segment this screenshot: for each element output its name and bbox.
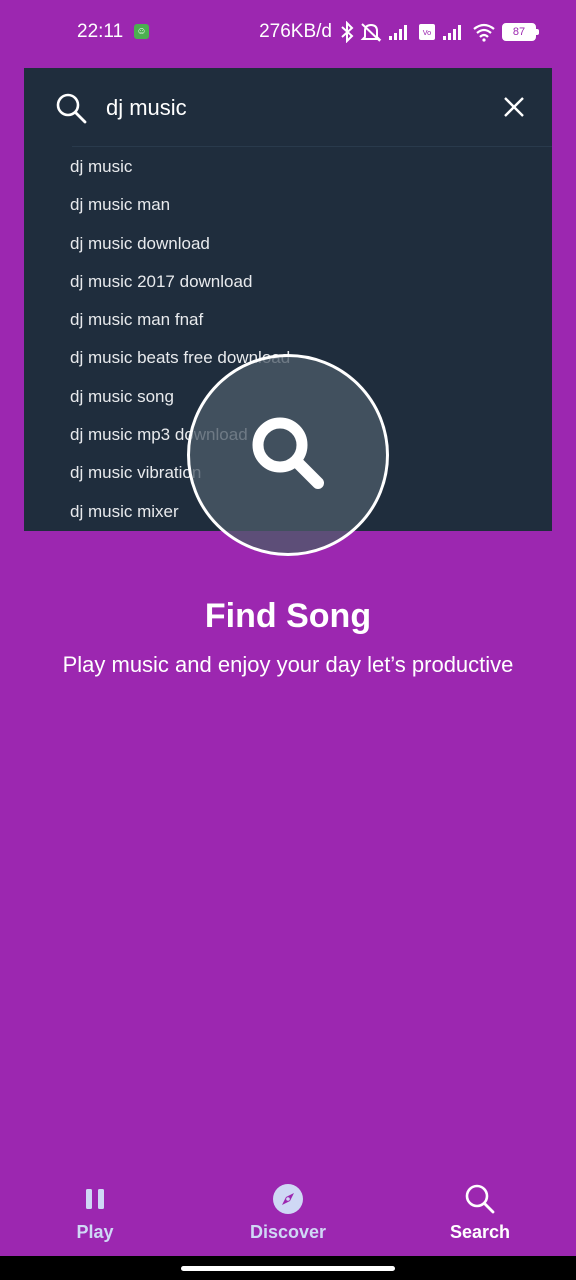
app-notification-icon: ☺ (134, 24, 149, 39)
battery-icon: 87 (502, 23, 539, 41)
status-icons: 276KB/d Vo 87 (259, 18, 539, 46)
bluetooth-icon (340, 21, 354, 43)
volte-icon: Vo (418, 23, 436, 41)
gesture-handle[interactable] (181, 1266, 395, 1271)
search-icon[interactable] (54, 91, 88, 125)
suggestion-item[interactable]: dj music 2017 download (24, 263, 552, 301)
close-icon[interactable] (502, 95, 526, 119)
status-bar: 22:11 ☺ 276KB/d Vo 87 (0, 0, 576, 64)
nav-discover-label: Discover (249, 1222, 327, 1242)
nav-search-label: Search (449, 1222, 511, 1242)
search-icon (246, 411, 330, 500)
nav-play[interactable]: Play (25, 1180, 165, 1243)
status-time: 22:11 (77, 21, 124, 42)
search-input[interactable] (106, 92, 486, 124)
search-icon (410, 1180, 550, 1218)
nav-play-label: Play (76, 1222, 114, 1242)
find-song-magnifier[interactable] (187, 354, 389, 556)
search-bar (24, 68, 552, 146)
signal-icon (442, 23, 466, 41)
mute-icon (360, 21, 382, 43)
page-subtitle: Play music and enjoy your day let’s prod… (62, 652, 514, 677)
suggestion-item[interactable]: dj music download (24, 225, 552, 263)
pause-icon (25, 1180, 165, 1218)
wifi-icon (472, 22, 496, 42)
page-title: Find Song (204, 597, 372, 635)
suggestion-item[interactable]: dj music man fnaf (24, 301, 552, 339)
signal-icon (388, 23, 412, 41)
network-speed: 276KB/d (259, 21, 332, 42)
nav-discover[interactable]: Discover (218, 1180, 358, 1243)
suggestion-item[interactable]: dj music (24, 148, 552, 186)
svg-text:Vo: Vo (423, 29, 432, 37)
bottom-nav: Play Discover Search (0, 1180, 576, 1256)
nav-search[interactable]: Search (410, 1180, 550, 1243)
suggestion-item[interactable]: dj music man (24, 186, 552, 224)
compass-icon (218, 1180, 358, 1218)
divider (72, 146, 552, 147)
